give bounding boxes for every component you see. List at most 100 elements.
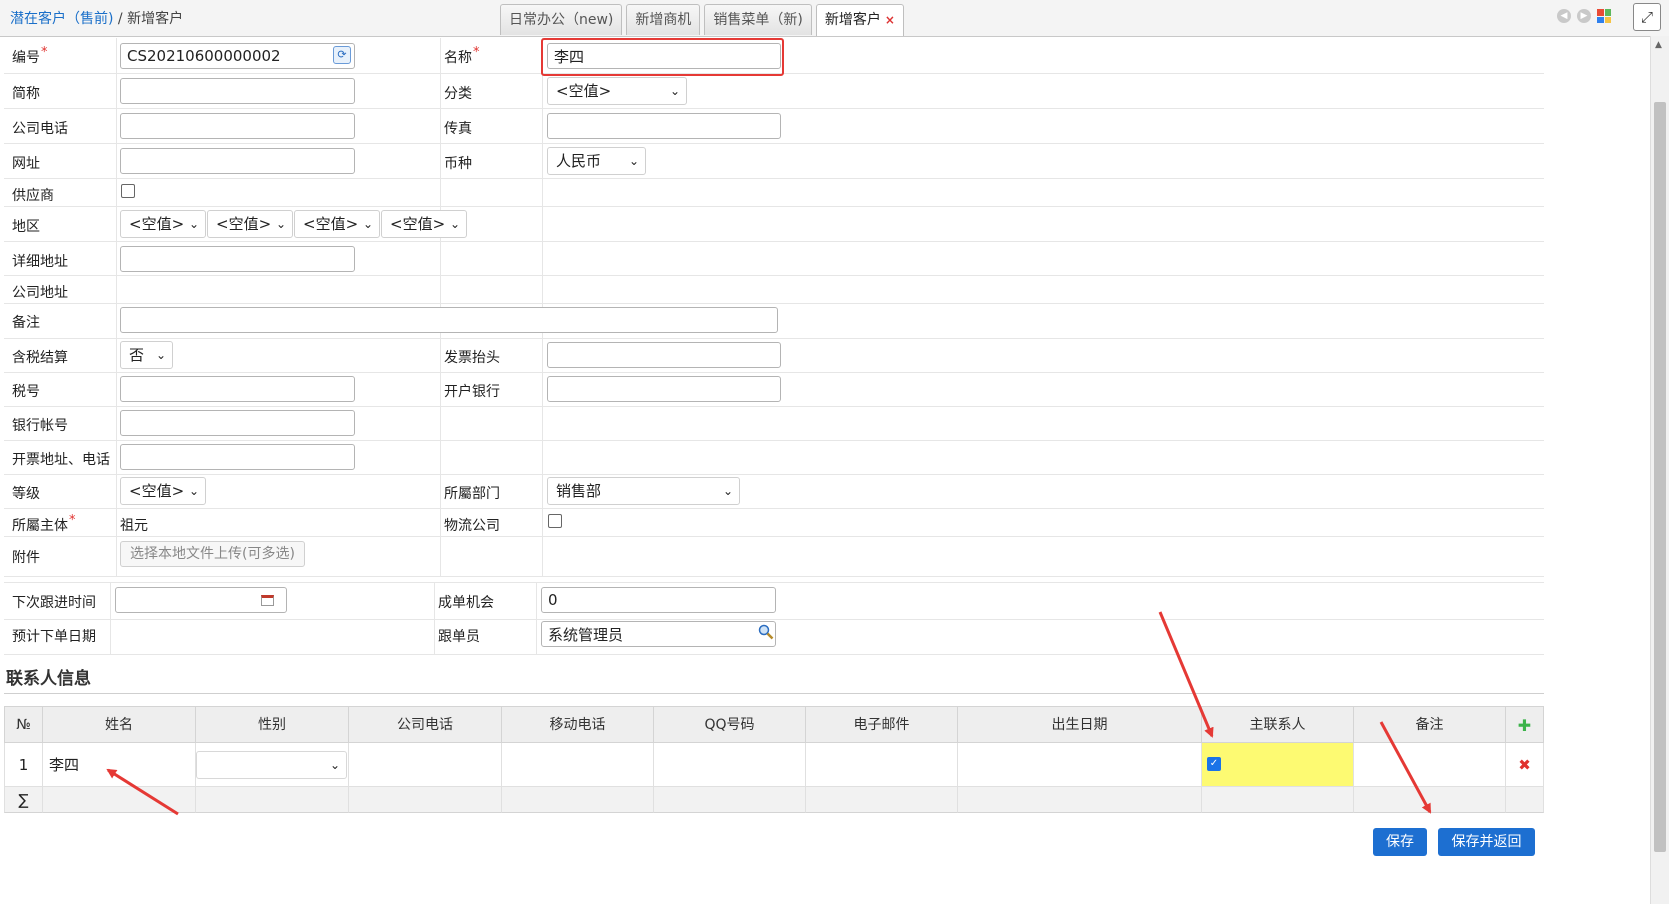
- sum-cell: [1202, 787, 1354, 813]
- tab-new-opportunity[interactable]: 新增商机: [626, 4, 701, 35]
- tax-included-value: 否: [129, 346, 145, 364]
- add-row-icon[interactable]: ✚: [1506, 706, 1544, 743]
- tab-scroll-controls: ◀ ▶: [1557, 9, 1611, 23]
- code-field[interactable]: [120, 43, 355, 69]
- website-field[interactable]: [120, 148, 355, 174]
- level-select[interactable]: <空值> ⌄: [120, 477, 206, 505]
- tab-daily-office[interactable]: 日常办公（new): [500, 4, 623, 35]
- column-header-no: №: [4, 706, 43, 743]
- deal-chance-field[interactable]: [541, 587, 776, 613]
- primary-contact-checkbox[interactable]: ✓: [1207, 757, 1221, 771]
- scrollbar-thumb[interactable]: [1654, 102, 1666, 852]
- sum-cell: [958, 787, 1202, 813]
- contact-mobile-cell[interactable]: [502, 743, 654, 787]
- gender-select[interactable]: ⌄: [196, 751, 347, 779]
- column-header-qq[interactable]: QQ号码: [654, 706, 806, 743]
- company-phone-field[interactable]: [120, 113, 355, 139]
- region-street-select[interactable]: <空值> ⌄: [381, 210, 467, 238]
- contacts-section-title: 联系人信息: [6, 669, 91, 689]
- contact-primary-cell[interactable]: ✓: [1202, 743, 1354, 787]
- contact-birthday-cell[interactable]: [958, 743, 1202, 787]
- column-header-email[interactable]: 电子邮件: [806, 706, 958, 743]
- tab-label: 销售菜单（新): [713, 12, 803, 28]
- department-select[interactable]: 销售部 ⌄: [547, 477, 740, 505]
- invoice-address-field[interactable]: [120, 444, 355, 470]
- contact-qq-cell[interactable]: [654, 743, 806, 787]
- top-bar: 潜在客户（售前) / 新增客户 日常办公（new) 新增商机 销售菜单（新) 新…: [0, 0, 1669, 37]
- website-label: 网址: [12, 156, 40, 172]
- tab-strip: 日常办公（new) 新增商机 销售菜单（新) 新增客户 ×: [500, 4, 908, 36]
- sum-cell: [1354, 787, 1506, 813]
- column-header-company-phone[interactable]: 公司电话: [349, 706, 502, 743]
- follower-label: 跟单员: [438, 629, 480, 645]
- region-district-select[interactable]: <空值> ⌄: [294, 210, 380, 238]
- category-select[interactable]: <空值> ⌄: [547, 77, 687, 105]
- chevron-down-icon: ⌄: [362, 217, 373, 231]
- contact-remark-cell[interactable]: [1354, 743, 1506, 787]
- column-header-name[interactable]: 姓名: [43, 706, 196, 743]
- upload-button[interactable]: 选择本地文件上传(可多选): [120, 541, 305, 567]
- breadcrumb-parent-link[interactable]: 潜在客户（售前): [10, 11, 113, 27]
- owner-entity-value: 祖元: [120, 518, 148, 534]
- column-header-remark[interactable]: 备注: [1354, 706, 1506, 743]
- tax-included-select[interactable]: 否 ⌄: [120, 341, 173, 369]
- deal-chance-label: 成单机会: [438, 595, 494, 611]
- calendar-icon[interactable]: [261, 595, 274, 606]
- save-button[interactable]: 保存: [1373, 828, 1427, 856]
- sum-cell: [806, 787, 958, 813]
- sum-icon: ∑: [4, 787, 43, 813]
- delete-row-icon[interactable]: ✖: [1506, 743, 1544, 787]
- chevron-down-icon: ⌄: [275, 217, 286, 231]
- sum-cell: [654, 787, 806, 813]
- region-city-select[interactable]: <空值> ⌄: [207, 210, 293, 238]
- refresh-icon[interactable]: ⟳: [333, 46, 351, 64]
- contact-email-cell[interactable]: [806, 743, 958, 787]
- invoice-address-label: 开票地址、电话: [12, 452, 110, 468]
- forward-icon[interactable]: ▶: [1577, 9, 1591, 23]
- invoice-title-field[interactable]: [547, 342, 781, 368]
- currency-value: 人民币: [556, 152, 602, 170]
- follower-field[interactable]: [541, 621, 776, 647]
- column-header-gender[interactable]: 性别: [196, 706, 349, 743]
- close-icon[interactable]: ×: [885, 13, 895, 27]
- column-header-primary[interactable]: 主联系人: [1202, 706, 1354, 743]
- chevron-down-icon: ⌄: [188, 217, 199, 231]
- windows-icon[interactable]: [1597, 9, 1611, 23]
- currency-select[interactable]: 人民币 ⌄: [547, 147, 646, 175]
- scroll-up-icon[interactable]: ▲: [1655, 40, 1662, 50]
- code-label: 编号*: [12, 45, 48, 66]
- supplier-checkbox[interactable]: [121, 184, 135, 198]
- company-address-label: 公司地址: [12, 285, 68, 301]
- annotation-highlight-box: [541, 38, 784, 76]
- back-icon[interactable]: ◀: [1557, 9, 1571, 23]
- contact-name-cell[interactable]: 李四: [43, 743, 196, 787]
- logistics-checkbox[interactable]: [548, 514, 562, 528]
- short-name-field[interactable]: [120, 78, 355, 104]
- tab-new-customer[interactable]: 新增客户 ×: [815, 4, 904, 36]
- bank-field[interactable]: [547, 376, 781, 402]
- detail-address-field[interactable]: [120, 246, 355, 272]
- contact-gender-cell[interactable]: ⌄: [196, 743, 349, 787]
- company-phone-label: 公司电话: [12, 121, 68, 137]
- remark-field[interactable]: [120, 307, 778, 333]
- fax-field[interactable]: [547, 113, 781, 139]
- scrollbar[interactable]: ▲: [1650, 36, 1669, 904]
- column-header-birthday[interactable]: 出生日期: [958, 706, 1202, 743]
- bank-account-field[interactable]: [120, 410, 355, 436]
- tax-no-field[interactable]: [120, 376, 355, 402]
- search-icon[interactable]: [758, 624, 774, 640]
- sum-cell: [196, 787, 349, 813]
- breadcrumb-separator: /: [117, 11, 123, 27]
- region-province-select[interactable]: <空值> ⌄: [120, 210, 206, 238]
- column-divider: [116, 38, 117, 576]
- column-header-mobile[interactable]: 移动电话: [502, 706, 654, 743]
- sum-cell: [1506, 787, 1544, 813]
- contact-company-phone-cell[interactable]: [349, 743, 502, 787]
- tab-label: 新增客户: [824, 12, 881, 28]
- tab-sales-menu[interactable]: 销售菜单（新): [704, 4, 812, 35]
- save-and-return-button[interactable]: 保存并返回: [1438, 828, 1535, 856]
- breadcrumb: 潜在客户（售前) / 新增客户: [10, 8, 183, 28]
- tab-label: 日常办公（new): [509, 12, 614, 28]
- expand-icon[interactable]: ⤢: [1633, 3, 1661, 31]
- column-divider: [110, 582, 111, 654]
